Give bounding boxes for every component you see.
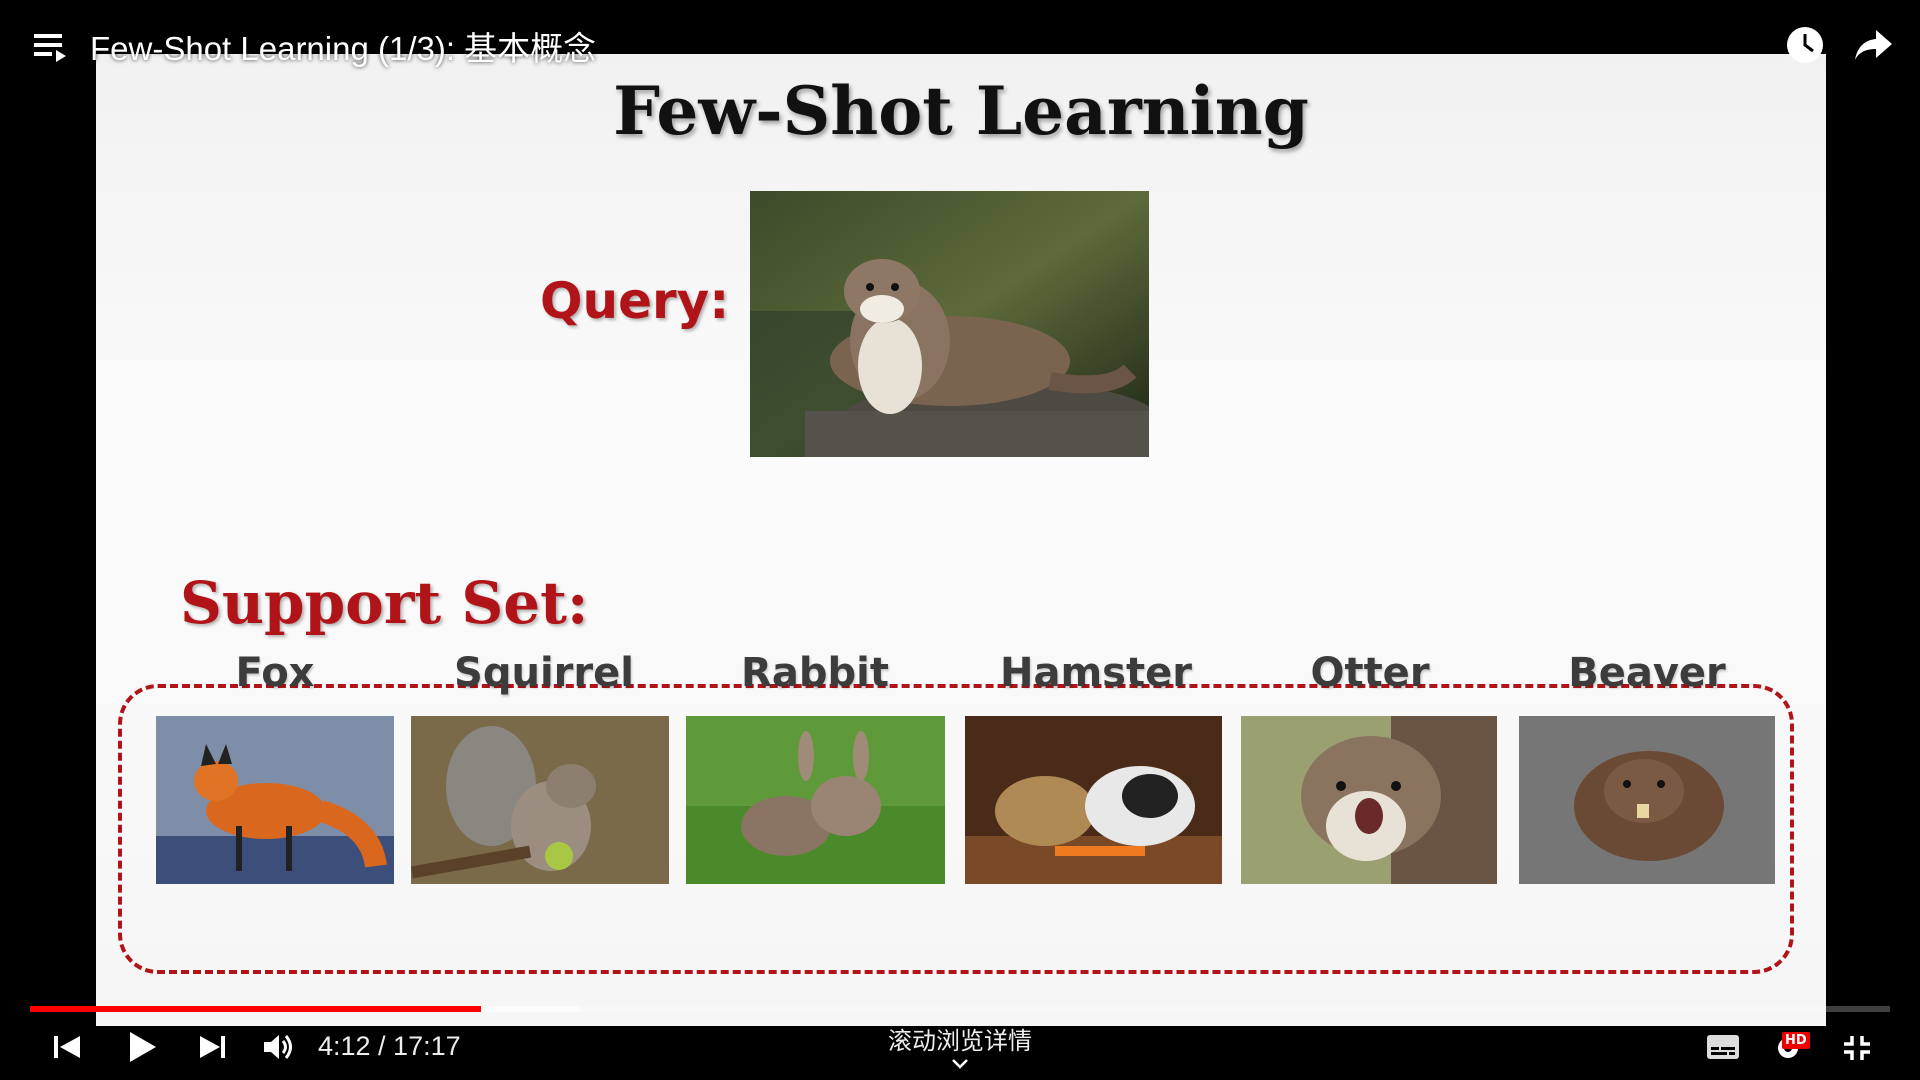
support-item-label: Otter <box>1310 650 1430 696</box>
exit-fullscreen-icon[interactable] <box>1842 1034 1872 1062</box>
next-icon[interactable] <box>198 1034 226 1060</box>
hamster-image <box>965 716 1222 884</box>
progress-played <box>30 1006 482 1012</box>
chevron-down-icon <box>952 1059 968 1069</box>
progress-bar[interactable] <box>30 1006 1890 1012</box>
volume-icon[interactable] <box>262 1032 296 1062</box>
query-image-otter <box>750 191 1149 457</box>
play-icon[interactable] <box>128 1030 158 1064</box>
support-item-label: Hamster <box>1000 650 1192 696</box>
squirrel-image <box>411 716 669 884</box>
share-icon[interactable] <box>1854 28 1894 62</box>
slide-title: Few-Shot Learning <box>613 72 1309 150</box>
clock-icon[interactable] <box>1786 26 1824 64</box>
scroll-for-details[interactable]: 滚动浏览详情 <box>880 1021 1040 1070</box>
rabbit-image <box>686 716 945 884</box>
time-display: 4:12 / 17:17 <box>318 1031 461 1061</box>
previous-icon[interactable] <box>54 1034 82 1060</box>
support-set-label: Support Set: <box>180 569 589 637</box>
fox-image <box>156 716 394 884</box>
query-label: Query: <box>540 272 730 330</box>
otter-image <box>1241 716 1497 884</box>
support-item-label: Rabbit <box>741 650 889 696</box>
playlist-icon[interactable] <box>34 32 68 64</box>
captions-icon[interactable] <box>1706 1034 1740 1060</box>
video-title[interactable]: Few-Shot Learning (1/3): 基本概念 <box>90 22 596 70</box>
support-item-label: Beaver <box>1568 650 1726 696</box>
support-item-label: Squirrel <box>454 650 634 696</box>
beaver-image <box>1519 716 1775 884</box>
scroll-hint-label: 滚动浏览详情 <box>888 1028 1032 1055</box>
support-item-label: Fox <box>235 650 315 696</box>
hd-badge: HD <box>1782 1032 1810 1049</box>
